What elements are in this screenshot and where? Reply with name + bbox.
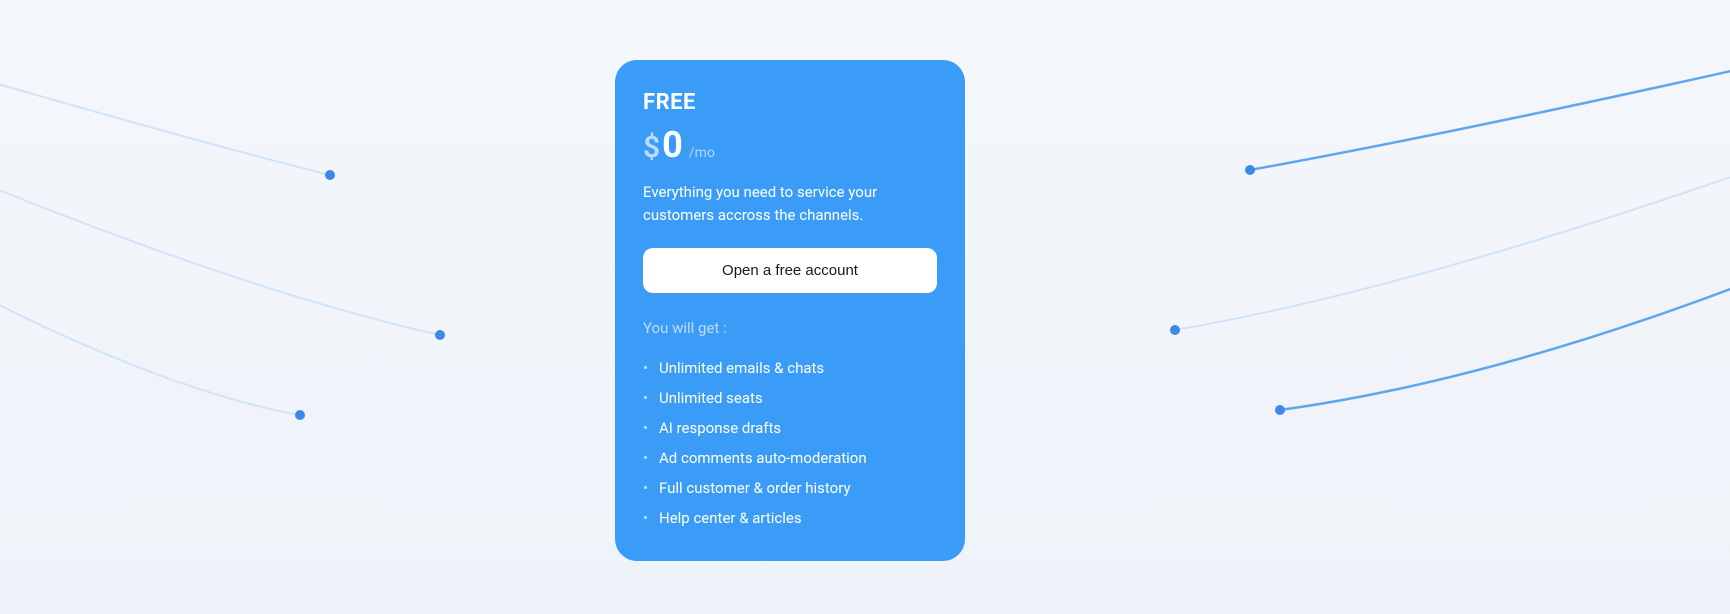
plan-description: Everything you need to service your cust…	[643, 181, 923, 226]
feature-item: Ad comments auto-moderation	[643, 443, 937, 473]
feature-item: AI response drafts	[643, 413, 937, 443]
open-account-button[interactable]: Open a free account	[643, 248, 937, 293]
plan-name: FREE	[643, 90, 937, 115]
features-list: Unlimited emails & chats Unlimited seats…	[643, 353, 937, 533]
pricing-card: FREE $ 0 /mo Everything you need to serv…	[615, 60, 965, 561]
features-heading: You will get :	[643, 319, 937, 337]
feature-item: Unlimited seats	[643, 383, 937, 413]
feature-item: Help center & articles	[643, 503, 937, 533]
feature-item: Full customer & order history	[643, 473, 937, 503]
price-row: $ 0 /mo	[643, 127, 937, 165]
currency-symbol: $	[643, 130, 660, 165]
price-period: /mo	[689, 145, 715, 161]
price-amount: 0	[662, 127, 683, 163]
feature-item: Unlimited emails & chats	[643, 353, 937, 383]
